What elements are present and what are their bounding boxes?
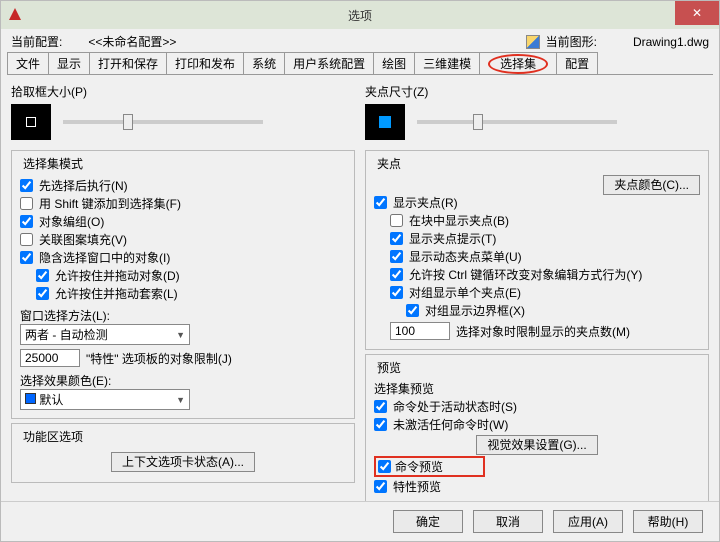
tab-profiles[interactable]: 配置 — [556, 52, 598, 74]
group-single-grip-checkbox[interactable] — [390, 286, 403, 299]
grip-limit-input[interactable]: 100 — [390, 322, 450, 340]
gripsize-label: 夹点尺寸(Z) — [365, 83, 709, 100]
shift-add-checkbox[interactable] — [20, 197, 33, 210]
contextual-tab-state-button[interactable]: 上下文选项卡状态(A)... — [111, 452, 255, 472]
window-title: 选项 — [1, 7, 719, 24]
chevron-down-icon: ▼ — [176, 330, 185, 340]
gripsize-row — [365, 104, 709, 140]
pickbox-label: 拾取框大小(P) — [11, 83, 355, 100]
tab-file[interactable]: 文件 — [7, 52, 49, 74]
tab-pane: 拾取框大小(P) 选择集模式 先选择后执行(N) 用 Shift 键添加到选择集… — [1, 75, 719, 501]
titlebar: 选项 ✕ — [1, 1, 719, 29]
current-profile-value: <<未命名配置>> — [88, 33, 176, 50]
ok-button[interactable]: 确定 — [393, 510, 463, 533]
no-cmd-preview-checkbox[interactable] — [374, 418, 387, 431]
pickbox-slider[interactable] — [63, 120, 263, 124]
grips-in-block-checkbox[interactable] — [390, 214, 403, 227]
current-profile-label: 当前配置: — [11, 33, 62, 50]
pickbox-square-icon — [26, 117, 36, 127]
tab-display[interactable]: 显示 — [48, 52, 90, 74]
ribbon-title: 功能区选项 — [20, 428, 86, 445]
preview-title: 预览 — [374, 359, 404, 376]
tab-3d[interactable]: 三维建模 — [414, 52, 480, 74]
press-drag-lasso-checkbox[interactable] — [36, 287, 49, 300]
tab-selection[interactable]: 选择集 — [479, 52, 557, 74]
dynamic-grip-menu-checkbox[interactable] — [390, 250, 403, 263]
ribbon-group: 功能区选项 上下文选项卡状态(A)... — [11, 423, 355, 483]
grip-limit-label: 选择对象时限制显示的夹点数(M) — [456, 323, 630, 340]
chevron-down-icon: ▼ — [176, 395, 185, 405]
tab-system[interactable]: 系统 — [243, 52, 285, 74]
grip-color-button[interactable]: 夹点颜色(C)... — [603, 175, 700, 195]
pickbox-row — [11, 104, 355, 140]
object-group-checkbox[interactable] — [20, 215, 33, 228]
footer: 确定 取消 应用(A) 帮助(H) — [1, 501, 719, 541]
selection-mode-group: 选择集模式 先选择后执行(N) 用 Shift 键添加到选择集(F) 对象编组(… — [11, 150, 355, 419]
pickbox-preview — [11, 104, 51, 140]
tab-plot[interactable]: 打印和发布 — [166, 52, 244, 74]
selection-preview-subtitle: 选择集预览 — [374, 380, 700, 397]
close-icon: ✕ — [692, 6, 702, 20]
close-button[interactable]: ✕ — [675, 1, 719, 25]
selection-mode-title: 选择集模式 — [20, 155, 86, 172]
grip-tips-checkbox[interactable] — [390, 232, 403, 245]
tab-drafting[interactable]: 绘图 — [373, 52, 415, 74]
ctrl-cycle-checkbox[interactable] — [390, 268, 403, 281]
help-button[interactable]: 帮助(H) — [633, 510, 703, 533]
preview-group: 预览 选择集预览 命令处于活动状态时(S) 未激活任何命令时(W) 视觉效果设置… — [365, 354, 709, 501]
grip-square-icon — [379, 116, 391, 128]
cmd-active-preview-checkbox[interactable] — [374, 400, 387, 413]
grip-preview — [365, 104, 405, 140]
noun-verb-checkbox[interactable] — [20, 179, 33, 192]
implied-window-checkbox[interactable] — [20, 251, 33, 264]
apply-button[interactable]: 应用(A) — [553, 510, 623, 533]
palette-limit-input[interactable]: 25000 — [20, 349, 80, 367]
current-drawing-label: 当前图形: — [546, 33, 597, 50]
current-drawing-value: Drawing1.dwg — [633, 35, 709, 49]
cancel-button[interactable]: 取消 — [473, 510, 543, 533]
group-bbox-checkbox[interactable] — [406, 304, 419, 317]
grips-group: 夹点 夹点颜色(C)... 显示夹点(R) 在块中显示夹点(B) 显示夹点提示(… — [365, 150, 709, 350]
header-row: 当前配置: <<未命名配置>> 当前图形: Drawing1.dwg — [1, 29, 719, 52]
effect-color-label: 选择效果颜色(E): — [20, 372, 346, 389]
color-swatch-icon — [25, 393, 36, 404]
gripsize-slider[interactable] — [417, 120, 617, 124]
grips-title: 夹点 — [374, 155, 404, 172]
left-column: 拾取框大小(P) 选择集模式 先选择后执行(N) 用 Shift 键添加到选择集… — [11, 83, 355, 497]
window-select-method-label: 窗口选择方法(L): — [20, 307, 346, 324]
palette-limit-label: "特性" 选项板的对象限制(J) — [86, 350, 232, 367]
assoc-hatch-checkbox[interactable] — [20, 233, 33, 246]
tabs: 文件 显示 打开和保存 打印和发布 系统 用户系统配置 绘图 三维建模 选择集 … — [7, 52, 713, 75]
property-preview-checkbox[interactable] — [374, 480, 387, 493]
command-preview-highlight: 命令预览 — [374, 456, 485, 477]
window-select-method-dropdown[interactable]: 两者 - 自动检测▼ — [20, 324, 190, 345]
show-grips-checkbox[interactable] — [374, 196, 387, 209]
press-drag-object-checkbox[interactable] — [36, 269, 49, 282]
drawing-icon — [526, 35, 540, 49]
tab-open-save[interactable]: 打开和保存 — [89, 52, 167, 74]
options-dialog: 选项 ✕ 当前配置: <<未命名配置>> 当前图形: Drawing1.dwg … — [0, 0, 720, 542]
tab-user-pref[interactable]: 用户系统配置 — [284, 52, 374, 74]
visual-effect-settings-button[interactable]: 视觉效果设置(G)... — [476, 435, 597, 455]
right-column: 夹点尺寸(Z) 夹点 夹点颜色(C)... 显示夹点(R) 在块中显示夹点(B)… — [365, 83, 709, 497]
effect-color-dropdown[interactable]: 默认▼ — [20, 389, 190, 410]
command-preview-checkbox[interactable] — [378, 460, 391, 473]
